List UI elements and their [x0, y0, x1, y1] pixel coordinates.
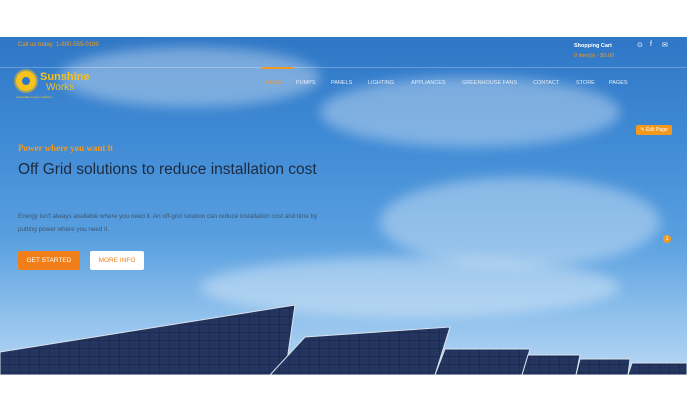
- nav-item-store[interactable]: STORE: [576, 80, 609, 92]
- nav-item-panels[interactable]: PANELS: [331, 80, 368, 92]
- logo-text-2: Works: [46, 82, 75, 93]
- site-logo[interactable]: Sunshine Works renewable energy solution…: [16, 71, 111, 101]
- phone-number[interactable]: Call us today: 1-800-555-0199: [18, 42, 99, 48]
- nav-item-contact[interactable]: CONTACT: [533, 80, 576, 92]
- hero-description: Energy isn't always available where you …: [18, 213, 318, 233]
- active-nav-indicator: [262, 67, 293, 69]
- pinterest-icon[interactable]: ⊙: [637, 41, 643, 49]
- hero-headline: Off Grid solutions to reduce installatio…: [18, 161, 317, 178]
- email-icon[interactable]: ✉: [662, 41, 668, 49]
- nav-item-pumps[interactable]: PUMPS: [296, 80, 331, 92]
- main-nav: HOME PUMPS PANELS LIGHTING APPLIANCES GR…: [266, 80, 635, 92]
- slide-indicator[interactable]: 1: [663, 235, 671, 243]
- edit-page-label: Edit Page: [645, 127, 668, 133]
- nav-item-greenhouse-fans[interactable]: GREENHOUSE FANS: [462, 80, 533, 92]
- edit-page-button[interactable]: ✎ Edit Page: [636, 125, 672, 135]
- logo-tagline: renewable energy solutions: [16, 95, 53, 99]
- facebook-icon[interactable]: f: [650, 41, 652, 48]
- hero-section: Call us today: 1-800-555-0199 Shopping C…: [0, 37, 687, 375]
- nav-item-home[interactable]: HOME: [266, 80, 296, 92]
- more-info-button[interactable]: MORE INFO: [90, 251, 144, 270]
- nav-item-lighting[interactable]: LIGHTING: [368, 80, 411, 92]
- sun-icon: [16, 71, 36, 91]
- hero-tagline: Power where you want it: [18, 143, 114, 153]
- get-started-button[interactable]: GET STARTED: [18, 251, 80, 270]
- cart-summary[interactable]: 0 item(s) - $0.00: [574, 53, 614, 59]
- top-bar: Call us today: 1-800-555-0199 Shopping C…: [0, 37, 687, 68]
- nav-item-pages[interactable]: PAGES: [609, 80, 635, 92]
- cart-title[interactable]: Shopping Cart: [574, 43, 612, 49]
- nav-item-appliances[interactable]: APPLIANCES: [411, 80, 462, 92]
